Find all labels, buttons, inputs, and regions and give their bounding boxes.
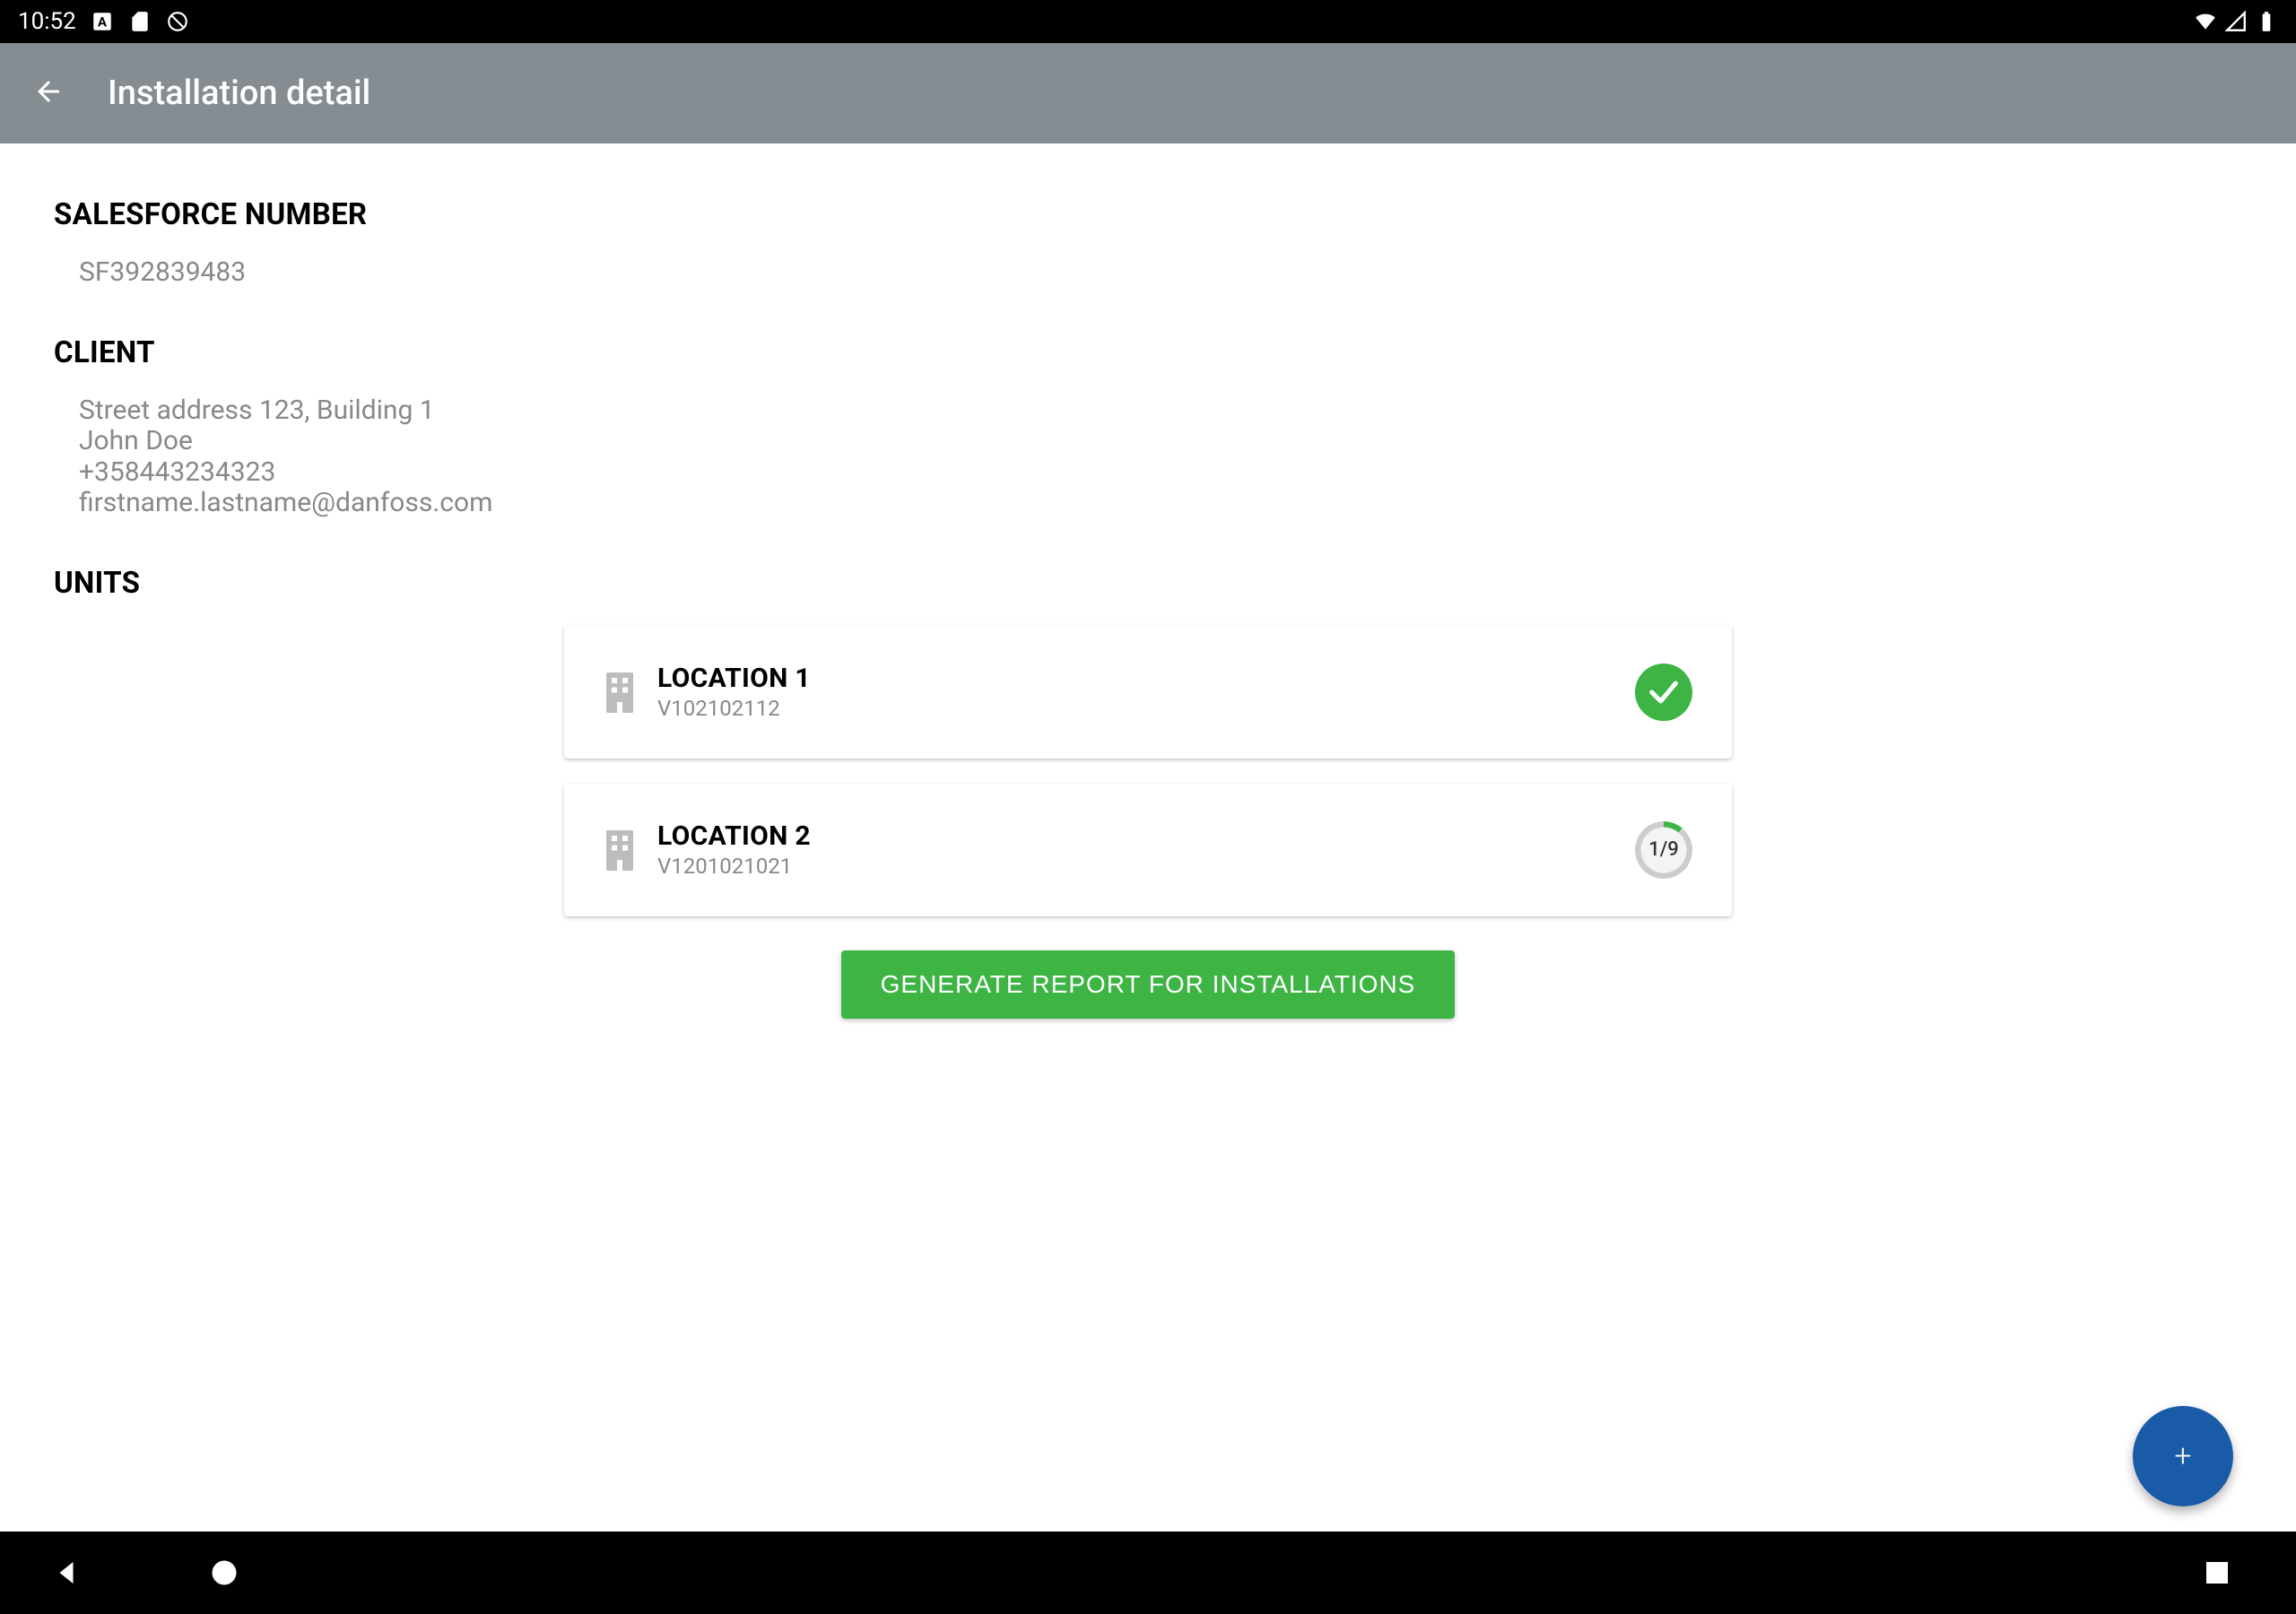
client-heading: CLIENT: [54, 335, 2242, 370]
units-heading: UNITS: [54, 566, 2242, 601]
no-sync-icon: [166, 10, 189, 33]
status-bar: 10:52 A: [0, 0, 2296, 43]
check-circle-icon: [1635, 664, 1692, 721]
progress-ring-icon: 1/9: [1635, 821, 1692, 879]
unit-serial: V102102112: [657, 696, 1635, 721]
app-bar: Installation detail: [0, 43, 2296, 143]
status-right: [2194, 10, 2278, 33]
unit-card-location-1[interactable]: LOCATION 1 V102102112: [564, 626, 1732, 759]
nav-back-button[interactable]: [50, 1557, 83, 1589]
nav-home-button[interactable]: [208, 1557, 240, 1589]
unit-status-progress: 1/9: [1635, 821, 1692, 879]
plus-icon: +: [2174, 1438, 2191, 1474]
unit-text: LOCATION 1 V102102112: [657, 663, 1635, 721]
unit-serial: V1201021021: [657, 854, 1635, 879]
status-left: 10:52 A: [18, 8, 189, 35]
sd-card-icon: [128, 10, 152, 33]
battery-icon: [2255, 10, 2278, 33]
unit-card-location-2[interactable]: LOCATION 2 V1201021021 1/9: [564, 784, 1732, 916]
app-icon-a: A: [91, 10, 114, 33]
unit-status-complete: [1635, 664, 1692, 721]
unit-name: LOCATION 1: [657, 663, 1635, 694]
generate-report-button[interactable]: GENERATE REPORT FOR INSTALLATIONS: [841, 950, 1456, 1019]
signal-icon: [2224, 10, 2248, 33]
nav-recent-button[interactable]: [2201, 1557, 2233, 1589]
back-arrow-icon[interactable]: [32, 75, 65, 111]
unit-name: LOCATION 2: [657, 820, 1635, 852]
salesforce-value: SF392839483: [54, 257, 2242, 289]
client-phone: +358443234323: [79, 457, 2242, 489]
wifi-icon: [2194, 10, 2217, 33]
building-icon: [604, 830, 636, 870]
client-email: firstname.lastname@danfoss.com: [79, 488, 2242, 519]
salesforce-heading: SALESFORCE NUMBER: [54, 197, 2242, 232]
client-name: John Doe: [79, 426, 2242, 457]
units-section: UNITS: [54, 566, 2242, 601]
content-area: SALESFORCE NUMBER SF392839483 CLIENT Str…: [0, 143, 2296, 1019]
client-details: Street address 123, Building 1 John Doe …: [54, 395, 2242, 519]
building-icon: [604, 672, 636, 712]
salesforce-section: SALESFORCE NUMBER SF392839483: [54, 197, 2242, 289]
units-list: LOCATION 1 V102102112 LOCATION 2 V120102…: [54, 626, 2242, 1019]
page-title: Installation detail: [108, 74, 370, 113]
unit-text: LOCATION 2 V1201021021: [657, 820, 1635, 879]
status-time: 10:52: [18, 8, 76, 35]
add-fab-button[interactable]: +: [2133, 1406, 2233, 1506]
svg-text:A: A: [98, 13, 108, 30]
client-address: Street address 123, Building 1: [79, 395, 2242, 427]
client-section: CLIENT Street address 123, Building 1 Jo…: [54, 335, 2242, 519]
progress-text: 1/9: [1648, 838, 1679, 861]
navigation-bar: [0, 1532, 2296, 1614]
